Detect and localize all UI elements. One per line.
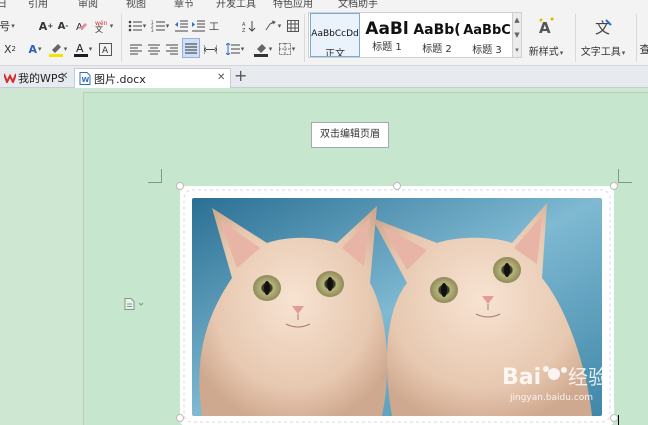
menu-tab-developer[interactable]: 开发工具 (216, 0, 256, 10)
style-heading-1[interactable]: AaBl 标题 1 (362, 13, 412, 57)
close-icon[interactable]: ✕ (217, 72, 225, 83)
tab-label: 图片.docx (94, 72, 146, 86)
text-effect-icon[interactable]: A ▾ (24, 40, 46, 58)
baidu-jingyan-watermark: Bai 经验 jingyan.baidu.com (502, 365, 608, 403)
header-edit-hint[interactable]: 双击编辑页眉 (311, 122, 389, 148)
align-center-icon[interactable] (146, 40, 162, 58)
style-label: 标题 2 (422, 44, 452, 55)
menu-tab-review[interactable]: 审阅 (78, 0, 98, 10)
style-sample: AaBbCcDd (311, 29, 359, 39)
new-tab-icon[interactable]: + (234, 66, 247, 85)
distribute-icon[interactable] (202, 40, 218, 58)
style-label: 正文 (325, 49, 345, 57)
wps-logo-icon (4, 73, 16, 83)
text-tools-icon: 文 (595, 19, 612, 37)
table-grid-icon[interactable] (286, 17, 300, 35)
svg-text:A: A (102, 46, 109, 56)
svg-text:工: 工 (209, 22, 219, 33)
menu-tabs-row: 日 引用 审阅 视图 章节 开发工具 特色应用 文档助手 (0, 0, 648, 10)
style-sample: AaBl (365, 19, 409, 39)
menu-tab-references[interactable]: 引用 (28, 0, 48, 10)
align-left-icon[interactable] (128, 40, 144, 58)
new-style-button[interactable]: A 新样式▾ (526, 16, 566, 58)
tab-label: 我的WPS (18, 72, 65, 85)
borders-icon[interactable]: ▾ (276, 40, 298, 58)
align-right-icon[interactable] (164, 40, 180, 58)
find-label: 查 (640, 41, 648, 57)
find-button[interactable]: 查 (640, 40, 648, 58)
style-heading-3[interactable]: AaBbC 标题 3 (462, 13, 512, 57)
text-tools-button[interactable]: 文 文字工具▾ (578, 16, 628, 58)
increase-indent-icon[interactable] (190, 17, 206, 35)
line-spacing-icon[interactable]: ▾ (224, 40, 246, 58)
menu-tab-chapter[interactable]: 章节 (174, 0, 194, 10)
resize-handle[interactable] (393, 182, 401, 190)
menu-tab-features[interactable]: 特色应用 (273, 0, 313, 10)
divider (636, 14, 637, 62)
style-label: 标题 3 (472, 45, 502, 56)
char-border-icon[interactable]: A (97, 40, 113, 58)
clear-format-icon[interactable]: A (73, 17, 89, 35)
justify-icon[interactable] (182, 38, 200, 58)
document-tab-bar: 我的WPS ✕ W 图片.docx ✕ + (0, 66, 648, 88)
svg-text:经验: 经验 (568, 365, 608, 389)
shading-icon[interactable]: ▾ (252, 40, 274, 58)
show-marks-icon[interactable]: ▾ (261, 17, 283, 35)
text-tools-label: 文字工具 (580, 47, 621, 58)
divider (121, 14, 122, 62)
font-size-value: 号 (0, 20, 11, 33)
shrink-font-button[interactable]: A- (55, 17, 71, 35)
docx-file-icon: W (79, 72, 91, 85)
style-sample: AaBb( (413, 22, 461, 38)
resize-handle[interactable] (610, 414, 618, 422)
menu-tab-doc-assistant[interactable]: 文档助手 (338, 0, 378, 10)
svg-text:W: W (82, 76, 90, 84)
resize-handle[interactable] (176, 414, 184, 422)
style-gallery-scroll[interactable]: ▲ ▼ ▾ (513, 12, 522, 58)
style-sample: AaBbC (463, 23, 511, 38)
scroll-down-icon[interactable]: ▼ (513, 28, 521, 43)
style-heading-2[interactable]: AaBb( 标题 2 (412, 13, 462, 57)
chinese-layout-icon[interactable]: 工 (208, 17, 220, 35)
font-color-icon[interactable]: A ▾ (71, 40, 95, 58)
style-normal[interactable]: AaBbCcDd 正文 (310, 13, 360, 57)
style-label: 标题 1 (372, 42, 402, 53)
scroll-up-icon[interactable]: ▲ (513, 13, 521, 28)
paragraph-layout-icon[interactable] (124, 298, 146, 313)
ribbon-toolbar: 日 引用 审阅 视图 章节 开发工具 特色应用 文档助手 号▾ A+ A- A … (0, 0, 648, 66)
subscript-button[interactable]: X2 (0, 40, 20, 58)
divider (575, 14, 576, 62)
svg-text:jingyan.baidu.com: jingyan.baidu.com (509, 393, 593, 403)
highlight-color-icon[interactable]: ▾ (46, 40, 70, 58)
svg-text:A: A (76, 42, 84, 55)
svg-text:3: 3 (151, 28, 154, 32)
tab-my-wps[interactable]: 我的WPS ✕ (0, 68, 72, 88)
close-icon[interactable]: ✕ (60, 71, 68, 82)
style-gallery: AaBbCcDd 正文 AaBl 标题 1 AaBb( 标题 2 AaBbC 标… (308, 12, 513, 58)
svg-text:Z: Z (242, 28, 246, 33)
sort-icon[interactable]: AZ (240, 17, 258, 35)
new-style-icon: A (539, 17, 554, 37)
expand-gallery-icon[interactable]: ▾ (513, 43, 521, 58)
font-size-select[interactable]: 号 ▾ (0, 17, 15, 35)
svg-text:Bai: Bai (502, 365, 541, 390)
resize-handle[interactable] (610, 182, 618, 190)
divider (304, 14, 305, 62)
phonetic-guide-icon[interactable]: wén 文 ▾ (92, 17, 114, 35)
tab-document[interactable]: W 图片.docx ✕ (74, 68, 231, 88)
document-canvas[interactable]: 双击编辑页眉 Bai 经验 jingyan.baidu.com (0, 88, 648, 425)
bullet-list-icon[interactable]: ▾ (126, 17, 148, 35)
crop-mark (618, 169, 632, 183)
crop-mark (148, 169, 162, 183)
svg-text:文: 文 (95, 24, 103, 33)
new-style-label: 新样式 (528, 47, 559, 58)
decrease-indent-icon[interactable] (173, 17, 189, 35)
menu-tab-cut-off[interactable]: 日 (0, 0, 7, 10)
numbered-list-icon[interactable]: 1 2 3 ▾ (149, 17, 171, 35)
menu-tab-view[interactable]: 视图 (126, 0, 146, 10)
resize-handle[interactable] (176, 182, 184, 190)
text-cursor (618, 415, 619, 425)
svg-text:A: A (539, 19, 551, 37)
grow-font-button[interactable]: A + (37, 17, 55, 35)
